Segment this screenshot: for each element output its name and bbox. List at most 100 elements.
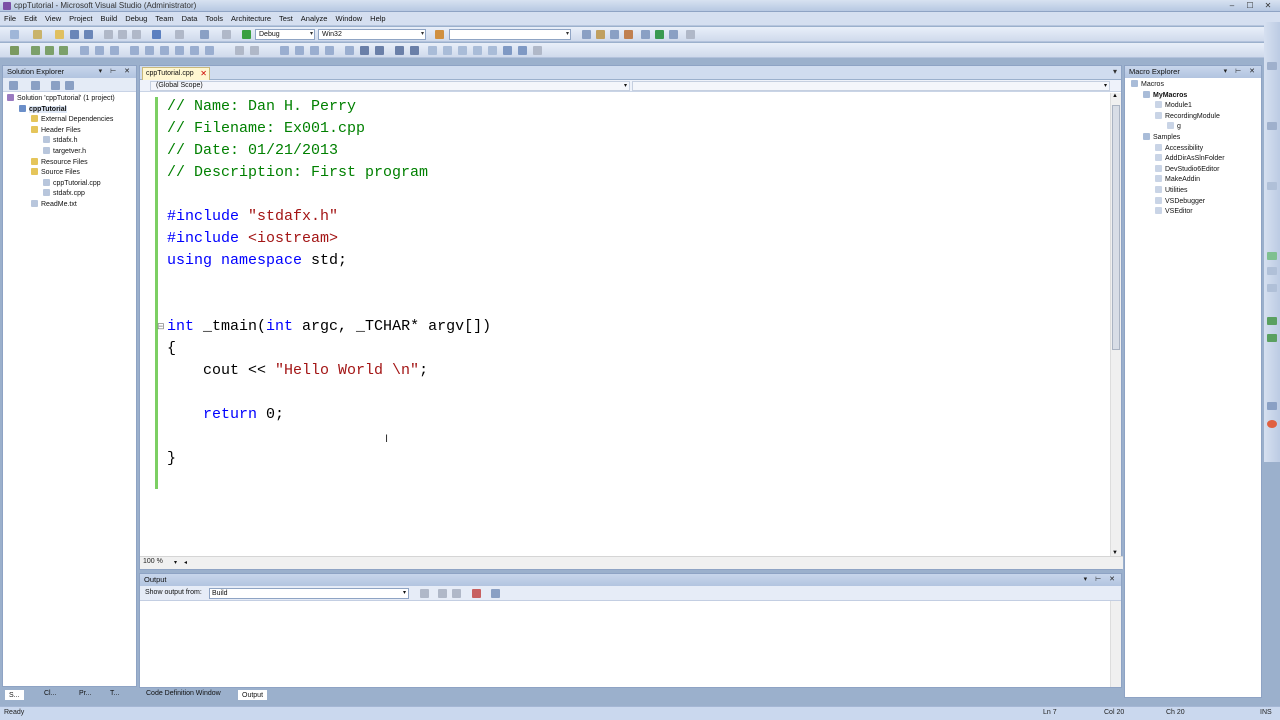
solution-platform-select[interactable]: Win32 ▾ xyxy=(318,29,426,40)
macro-item[interactable]: Module1 xyxy=(1155,101,1192,111)
solution-explorer-icon[interactable] xyxy=(596,30,605,39)
tree-item[interactable]: Solution 'cppTutorial' (1 project) xyxy=(7,94,115,104)
go-to-message-icon[interactable] xyxy=(420,589,429,598)
designer-icon[interactable] xyxy=(280,46,289,55)
tab-property-manager[interactable]: Pr... xyxy=(75,688,95,700)
panel-header-buttons[interactable]: ▾ ⊢ ✕ xyxy=(1084,574,1118,586)
menu-team[interactable]: Team xyxy=(151,12,177,26)
menu-build[interactable]: Build xyxy=(97,12,122,26)
minimize-button[interactable]: ‒ xyxy=(1224,1,1240,11)
send-icon[interactable] xyxy=(518,46,527,55)
find-icon[interactable] xyxy=(435,30,444,39)
menu-window[interactable]: Window xyxy=(331,12,366,26)
macro-item[interactable]: Accessibility xyxy=(1155,143,1203,154)
macro-item[interactable]: VSEditor xyxy=(1155,207,1193,217)
tab-solution-explorer[interactable]: S... xyxy=(4,689,25,701)
macro-item[interactable]: RecordingModule xyxy=(1155,111,1220,122)
menu-test[interactable]: Test xyxy=(275,12,297,26)
find-combo[interactable]: ▾ xyxy=(449,29,571,40)
split-icon[interactable] xyxy=(443,46,452,55)
tool-icon[interactable] xyxy=(1267,267,1277,275)
macro-item[interactable]: VSDebugger xyxy=(1155,196,1205,207)
tab-class-view[interactable]: Cl... xyxy=(40,688,60,700)
menu-tools[interactable]: Tools xyxy=(201,12,227,26)
menu-help[interactable]: Help xyxy=(366,12,389,26)
save-icon[interactable] xyxy=(70,30,79,39)
paste-icon[interactable] xyxy=(132,30,141,39)
tool-icon[interactable] xyxy=(1267,284,1277,292)
toolbox-tab-icon[interactable] xyxy=(1267,62,1277,70)
build-icon[interactable] xyxy=(10,46,19,55)
green-tool-icon[interactable] xyxy=(1267,252,1277,260)
word-wrap-icon[interactable] xyxy=(491,589,500,598)
find-in-files-icon[interactable] xyxy=(582,30,591,39)
format-icon[interactable] xyxy=(205,46,214,55)
scroll-left-icon[interactable]: ◂ xyxy=(184,559,187,566)
tree-item[interactable]: Header Files xyxy=(31,125,81,136)
indent-icon[interactable] xyxy=(160,46,169,55)
list-icon[interactable] xyxy=(410,46,419,55)
copy-icon[interactable] xyxy=(118,30,127,39)
close-button[interactable]: ✕ xyxy=(1260,1,1276,11)
menu-architecture[interactable]: Architecture xyxy=(227,12,275,26)
outdent-icon[interactable] xyxy=(175,46,184,55)
green-arrow-icon[interactable] xyxy=(1267,317,1277,325)
output-source-select[interactable]: Build ▾ xyxy=(209,588,409,599)
macro-item[interactable]: MakeAddin xyxy=(1155,175,1200,185)
tree-item[interactable]: cppTutorial xyxy=(19,104,67,115)
tab-list-icon[interactable]: ▾ xyxy=(1113,67,1117,76)
spacing-icon[interactable] xyxy=(310,46,319,55)
close-tab-icon[interactable]: ✕ xyxy=(200,68,207,80)
object-browser-icon[interactable] xyxy=(624,30,633,39)
properties-icon[interactable] xyxy=(9,81,18,90)
layout-icon[interactable] xyxy=(235,46,244,55)
lock-icon[interactable] xyxy=(503,46,512,55)
uncomment-icon[interactable] xyxy=(145,46,154,55)
redo-icon[interactable] xyxy=(175,30,184,39)
new-project-icon[interactable] xyxy=(10,30,19,39)
tree-item[interactable]: ReadMe.txt xyxy=(31,200,77,210)
font-icon[interactable] xyxy=(325,46,334,55)
undo-icon[interactable] xyxy=(152,30,161,39)
comment-icon[interactable] xyxy=(130,46,139,55)
menu-file[interactable]: File xyxy=(0,12,20,26)
macro-item[interactable]: AddDirAsSlnFolder xyxy=(1155,154,1225,164)
open-file-icon[interactable] xyxy=(55,30,64,39)
word-wrap-icon[interactable] xyxy=(190,46,199,55)
properties-tab-icon[interactable] xyxy=(1267,122,1277,130)
menu-analyze[interactable]: Analyze xyxy=(297,12,332,26)
step-icon[interactable] xyxy=(31,46,40,55)
scroll-up-icon[interactable]: ▲ xyxy=(1112,93,1118,99)
tree-item[interactable]: External Dependencies xyxy=(31,115,113,125)
green-arrow-icon[interactable] xyxy=(1267,334,1277,342)
member-select[interactable]: ▾ xyxy=(632,81,1110,91)
collapse-icon[interactable]: ⊟ xyxy=(157,321,165,332)
size-icon[interactable] xyxy=(295,46,304,55)
code-text-area[interactable]: // Name: Dan H. Perry // Filename: Ex001… xyxy=(140,93,1110,555)
macro-item[interactable]: Samples xyxy=(1143,133,1180,143)
menu-edit[interactable]: Edit xyxy=(20,12,41,26)
menu-debug[interactable]: Debug xyxy=(121,12,151,26)
extension-manager-icon[interactable] xyxy=(669,30,678,39)
menu-view[interactable]: View xyxy=(41,12,65,26)
tree-item[interactable]: Resource Files xyxy=(31,157,88,168)
toolbox-icon[interactable] xyxy=(641,30,650,39)
zoom-level[interactable]: 100 % xyxy=(143,558,163,565)
refresh-icon[interactable] xyxy=(51,81,60,90)
prev-bookmark-icon[interactable] xyxy=(95,46,104,55)
tab-cpptutorial-cpp[interactable]: cppTutorial.cpp ✕ xyxy=(142,67,210,80)
justify-icon[interactable] xyxy=(375,46,384,55)
tree-item[interactable]: targetver.h xyxy=(43,147,86,157)
properties-icon[interactable] xyxy=(610,30,619,39)
toolbar-options-icon[interactable] xyxy=(686,30,695,39)
tool-icon[interactable] xyxy=(1267,402,1277,410)
panel-header-buttons[interactable]: ▾ ⊢ ✕ xyxy=(1224,66,1258,78)
macro-item[interactable]: DevStudio6Editor xyxy=(1155,164,1219,175)
navigate-back-icon[interactable] xyxy=(200,30,209,39)
menu-data[interactable]: Data xyxy=(178,12,202,26)
tree-item[interactable]: stdafx.cpp xyxy=(43,189,85,199)
tab-team-explorer[interactable]: T... xyxy=(106,688,123,700)
tab-order-icon[interactable] xyxy=(488,46,497,55)
scroll-thumb[interactable] xyxy=(1112,105,1120,350)
red-circle-icon[interactable] xyxy=(1267,420,1277,428)
